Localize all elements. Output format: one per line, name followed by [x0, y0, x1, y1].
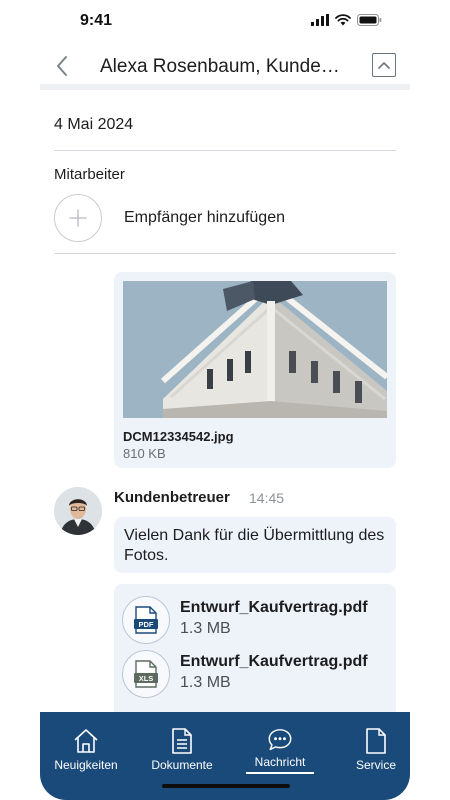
sender-name: Kundenbetreuer: [114, 489, 230, 506]
home-icon: [74, 729, 98, 753]
battery-icon: [357, 14, 382, 26]
attachment-name: Entwurf_Kaufvertrag.pdf: [180, 599, 368, 616]
conversation-date: 4 Mai 2024: [54, 116, 134, 133]
conversation-header: Alexa Rosenbaum, Kundenbetreuer: [40, 42, 410, 90]
conversation-title: Alexa Rosenbaum, Kundenbetreuer: [100, 56, 350, 77]
divider: [54, 150, 396, 151]
signal-icon: [311, 14, 329, 26]
xls-file-icon: XLS: [122, 650, 170, 698]
chevron-up-icon: [378, 62, 390, 69]
plus-icon: [54, 194, 102, 242]
image-file-size: 810 KB: [123, 446, 166, 461]
tab-label: Service: [355, 758, 396, 772]
app-screen: 9:41 Alexa Rosenbaum, Kundenb 4 Mai 2024…: [40, 0, 410, 800]
image-file-name: DCM12334542.jpg: [123, 429, 234, 444]
status-icons: [311, 14, 382, 26]
attachment-size: 1.3 MB: [180, 620, 231, 637]
attachment-row[interactable]: XLS Entwurf_Kaufvertrag.pdf 1.3 MB: [122, 650, 392, 698]
collapse-button[interactable]: [372, 53, 396, 77]
svg-text:PDF: PDF: [139, 620, 154, 629]
attachment-name: Entwurf_Kaufvertrag.pdf: [180, 653, 368, 670]
message-bubble: Vielen Dank für die Übermittlung des Fot…: [114, 517, 396, 573]
pdf-file-icon: PDF: [122, 596, 170, 644]
home-indicator: [162, 784, 290, 788]
building-photo[interactable]: [123, 281, 387, 418]
tab-service[interactable]: Service: [330, 728, 410, 774]
back-button[interactable]: [48, 52, 76, 80]
add-recipient-label: Empfänger hinzufügen: [124, 209, 285, 226]
active-tab-indicator: [246, 772, 314, 774]
add-recipient-button[interactable]: Empfänger hinzufügen: [54, 194, 354, 242]
recipients-section-label: Mitarbeiter: [54, 166, 125, 183]
document-icon: [172, 728, 192, 754]
status-bar: 9:41: [40, 0, 410, 44]
tab-label: Dokumente: [151, 758, 213, 772]
tab-nachricht[interactable]: Nachricht: [234, 728, 326, 774]
tab-label: Nachricht: [254, 755, 306, 770]
attachment-row[interactable]: PDF Entwurf_Kaufvertrag.pdf 1.3 MB: [122, 596, 392, 644]
tab-neuigkeiten[interactable]: Neuigkeiten: [40, 728, 132, 774]
svg-text:XLS: XLS: [139, 674, 154, 683]
chevron-left-icon: [57, 56, 67, 76]
wifi-icon: [335, 14, 351, 26]
attachment-size: 1.3 MB: [180, 674, 231, 691]
tab-label: Neuigkeiten: [54, 758, 118, 772]
message-time: 14:45: [249, 490, 285, 506]
tab-dokumente[interactable]: Dokumente: [136, 728, 228, 774]
avatar: [54, 487, 102, 535]
status-time: 9:41: [80, 12, 113, 29]
chat-icon: [268, 729, 292, 751]
service-icon: [366, 728, 386, 754]
divider: [54, 253, 396, 254]
